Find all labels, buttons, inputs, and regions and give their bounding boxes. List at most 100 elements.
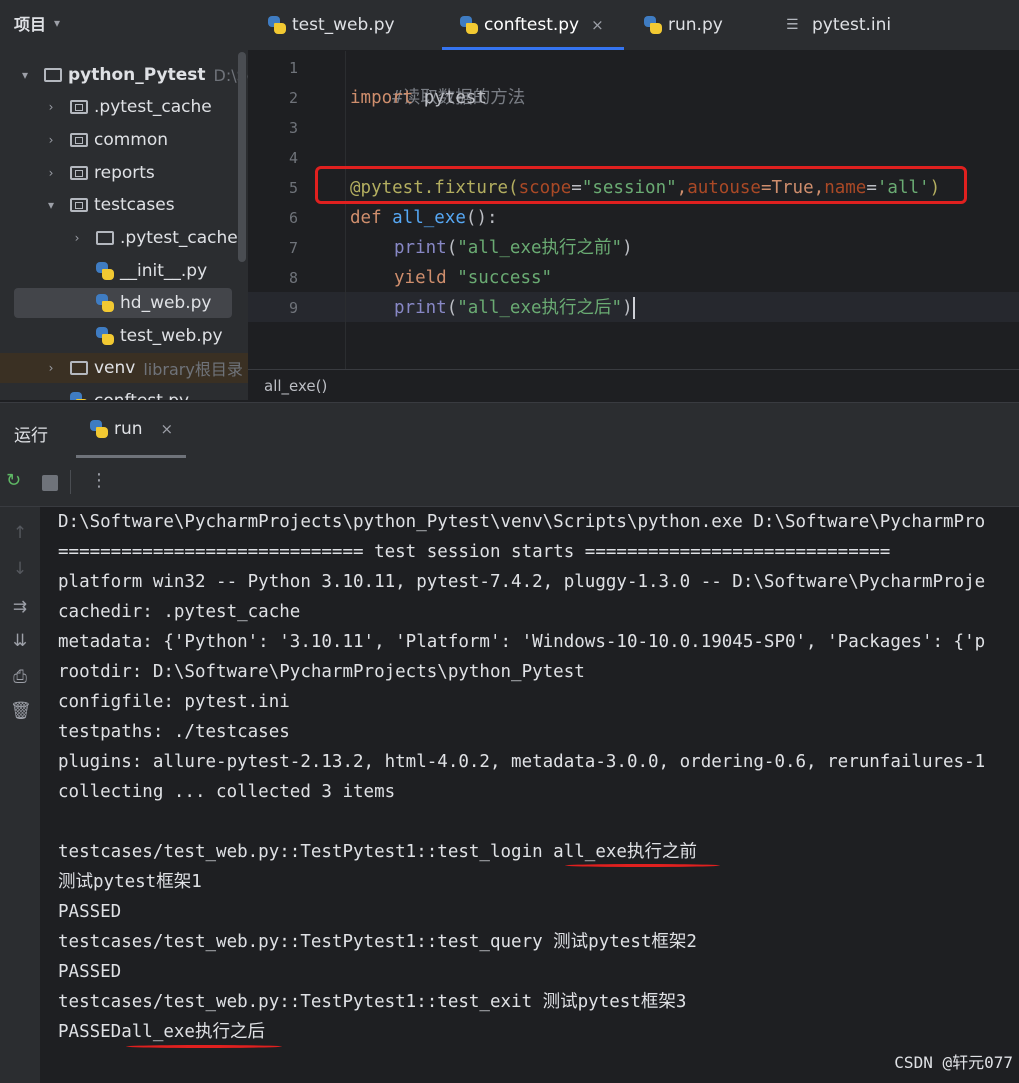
- tab-label: conftest.py: [484, 15, 580, 35]
- tab-run-py[interactable]: run.py: [644, 0, 723, 50]
- code-string: "all_exe执行之后": [457, 298, 623, 318]
- tree-item-label: hd_web.py: [120, 293, 212, 313]
- ini-file-icon: ☰: [786, 17, 799, 33]
- console-line: cachedir: .pytest_cache: [58, 602, 301, 622]
- console-line: 测试pytest框架1: [58, 872, 202, 892]
- trash-icon[interactable]: 🗑: [10, 701, 32, 721]
- print-icon[interactable]: ⎙: [10, 667, 30, 687]
- annotation-highlight-box: [315, 166, 967, 204]
- chevron-right-icon[interactable]: ›: [70, 231, 84, 245]
- code-line-8: yield "success": [394, 263, 552, 293]
- console-line: configfile: pytest.ini: [58, 692, 290, 712]
- line-number: 4: [288, 149, 298, 167]
- code-line-7: print("all_exe执行之前"): [394, 233, 633, 263]
- line-number: 6: [288, 209, 298, 227]
- chevron-down-icon[interactable]: ▾: [18, 68, 32, 82]
- console-line: testpaths: ./testcases: [58, 722, 290, 742]
- package-folder-icon: [70, 166, 88, 180]
- code-editor[interactable]: 1 2 3 4 5 6 7 8 9 #读取数据的方法 import pytest…: [248, 51, 1019, 369]
- console-line: testcases/test_web.py::TestPytest1::test…: [58, 932, 697, 952]
- tree-item-venv[interactable]: › venv library根目录: [0, 353, 248, 383]
- project-pane: 项目 ▾ ▾ python_Pytest D:\So › .pytest_cac…: [0, 0, 248, 400]
- line-number: 3: [288, 119, 298, 137]
- python-file-icon: [460, 16, 478, 34]
- soft-wrap-icon[interactable]: ⇉: [10, 597, 30, 617]
- tab-label: pytest.ini: [812, 15, 892, 35]
- tree-item-reports[interactable]: › reports: [44, 158, 155, 188]
- tree-item-common[interactable]: › common: [44, 125, 168, 155]
- tree-item-label: conftest.py: [94, 391, 189, 400]
- tab-pytest-ini[interactable]: ☰ pytest.ini: [786, 0, 891, 50]
- tree-item-label: .pytest_cache: [94, 97, 212, 117]
- close-icon[interactable]: ×: [591, 16, 604, 34]
- code-string: "success": [446, 268, 553, 288]
- folder-icon: [44, 68, 62, 82]
- code-function-name: all_exe: [381, 208, 466, 228]
- breadcrumb[interactable]: all_exe(): [248, 369, 1019, 402]
- console-line: platform win32 -- Python 3.10.11, pytest…: [58, 572, 986, 592]
- project-view-selector[interactable]: 项目 ▾: [0, 0, 248, 46]
- line-number: 2: [288, 89, 298, 107]
- console-line: PASSED: [58, 902, 122, 922]
- code-builtin: print: [394, 298, 447, 318]
- code-text: ): [622, 298, 633, 318]
- tree-item-test-web-py[interactable]: test_web.py: [96, 321, 223, 351]
- code-text: ): [622, 238, 633, 258]
- tree-item-testcases-pytest-cache[interactable]: › .pytest_cache: [70, 223, 238, 253]
- tree-item-python-pytest[interactable]: ▾ python_Pytest D:\So: [18, 60, 248, 90]
- line-number: 8: [288, 269, 298, 287]
- tree-scrollbar[interactable]: [238, 52, 246, 262]
- tab-conftest-py[interactable]: conftest.py ×: [442, 0, 624, 50]
- scroll-to-end-icon[interactable]: ⇊: [10, 631, 30, 651]
- arrow-down-icon[interactable]: ↓: [10, 559, 30, 579]
- more-options-icon[interactable]: ⋮: [90, 470, 108, 491]
- chevron-right-icon[interactable]: ›: [44, 166, 58, 180]
- tab-label: run.py: [668, 15, 723, 35]
- code-line-6: def all_exe():: [350, 203, 498, 233]
- chevron-right-icon[interactable]: ›: [44, 100, 58, 114]
- code-line-9: print("all_exe执行之后"): [394, 293, 635, 323]
- package-folder-icon: [70, 133, 88, 147]
- code-string: "all_exe执行之前": [457, 238, 623, 258]
- python-file-icon: [96, 327, 114, 345]
- tab-test-web-py[interactable]: test_web.py: [268, 0, 395, 50]
- tree-item-hd-web-py[interactable]: hd_web.py: [14, 288, 232, 318]
- close-icon[interactable]: ×: [161, 420, 174, 438]
- code-text: pytest: [413, 88, 487, 108]
- code-text: (: [446, 298, 458, 318]
- watermark: CSDN @轩元077: [894, 1053, 1013, 1072]
- tree-item-pytest-cache[interactable]: › .pytest_cache: [44, 92, 212, 122]
- tree-item-init-py[interactable]: __init__.py: [96, 256, 207, 286]
- tree-item-library-hint: library根目录: [143, 360, 243, 379]
- tab-run[interactable]: run ×: [90, 419, 173, 439]
- chevron-right-icon[interactable]: ›: [44, 133, 58, 147]
- tree-item-label: .pytest_cache: [120, 228, 238, 248]
- console-line: ============================= test sessi…: [58, 542, 891, 562]
- tree-item-label: __init__.py: [120, 261, 208, 281]
- stop-button[interactable]: [42, 475, 58, 491]
- python-file-icon: [96, 262, 114, 280]
- breadcrumb-item[interactable]: all_exe(): [264, 377, 327, 395]
- code-text: ():: [465, 208, 498, 228]
- line-number: 9: [288, 299, 298, 317]
- annotation-underline: [126, 1045, 282, 1048]
- tree-item-label: test_web.py: [120, 326, 223, 346]
- excluded-folder-icon: [70, 100, 88, 114]
- run-panel-title: 运行: [14, 426, 48, 446]
- run-tab-label: run: [114, 419, 143, 439]
- tree-item-testcases[interactable]: ▾ testcases: [44, 190, 175, 220]
- tree-item-label: venv: [94, 358, 136, 378]
- annotation-underline: [565, 864, 720, 867]
- tree-item-label: python_Pytest: [68, 65, 206, 85]
- chevron-right-icon[interactable]: ›: [44, 361, 58, 375]
- console-line: testcases/test_web.py::TestPytest1::test…: [58, 992, 687, 1012]
- rerun-icon[interactable]: ↻: [6, 470, 21, 491]
- python-file-icon: [70, 392, 88, 400]
- text-caret: [632, 297, 635, 319]
- chevron-down-icon[interactable]: ▾: [44, 198, 58, 212]
- arrow-up-icon[interactable]: ↑: [10, 523, 30, 543]
- console-output[interactable]: D:\Software\PycharmProjects\python_Pytes…: [40, 507, 1019, 1083]
- tree-item-conftest-py[interactable]: conftest.py: [70, 386, 189, 400]
- run-panel-header: 运行 run ×: [0, 402, 1019, 458]
- toolbar-divider: [70, 470, 71, 494]
